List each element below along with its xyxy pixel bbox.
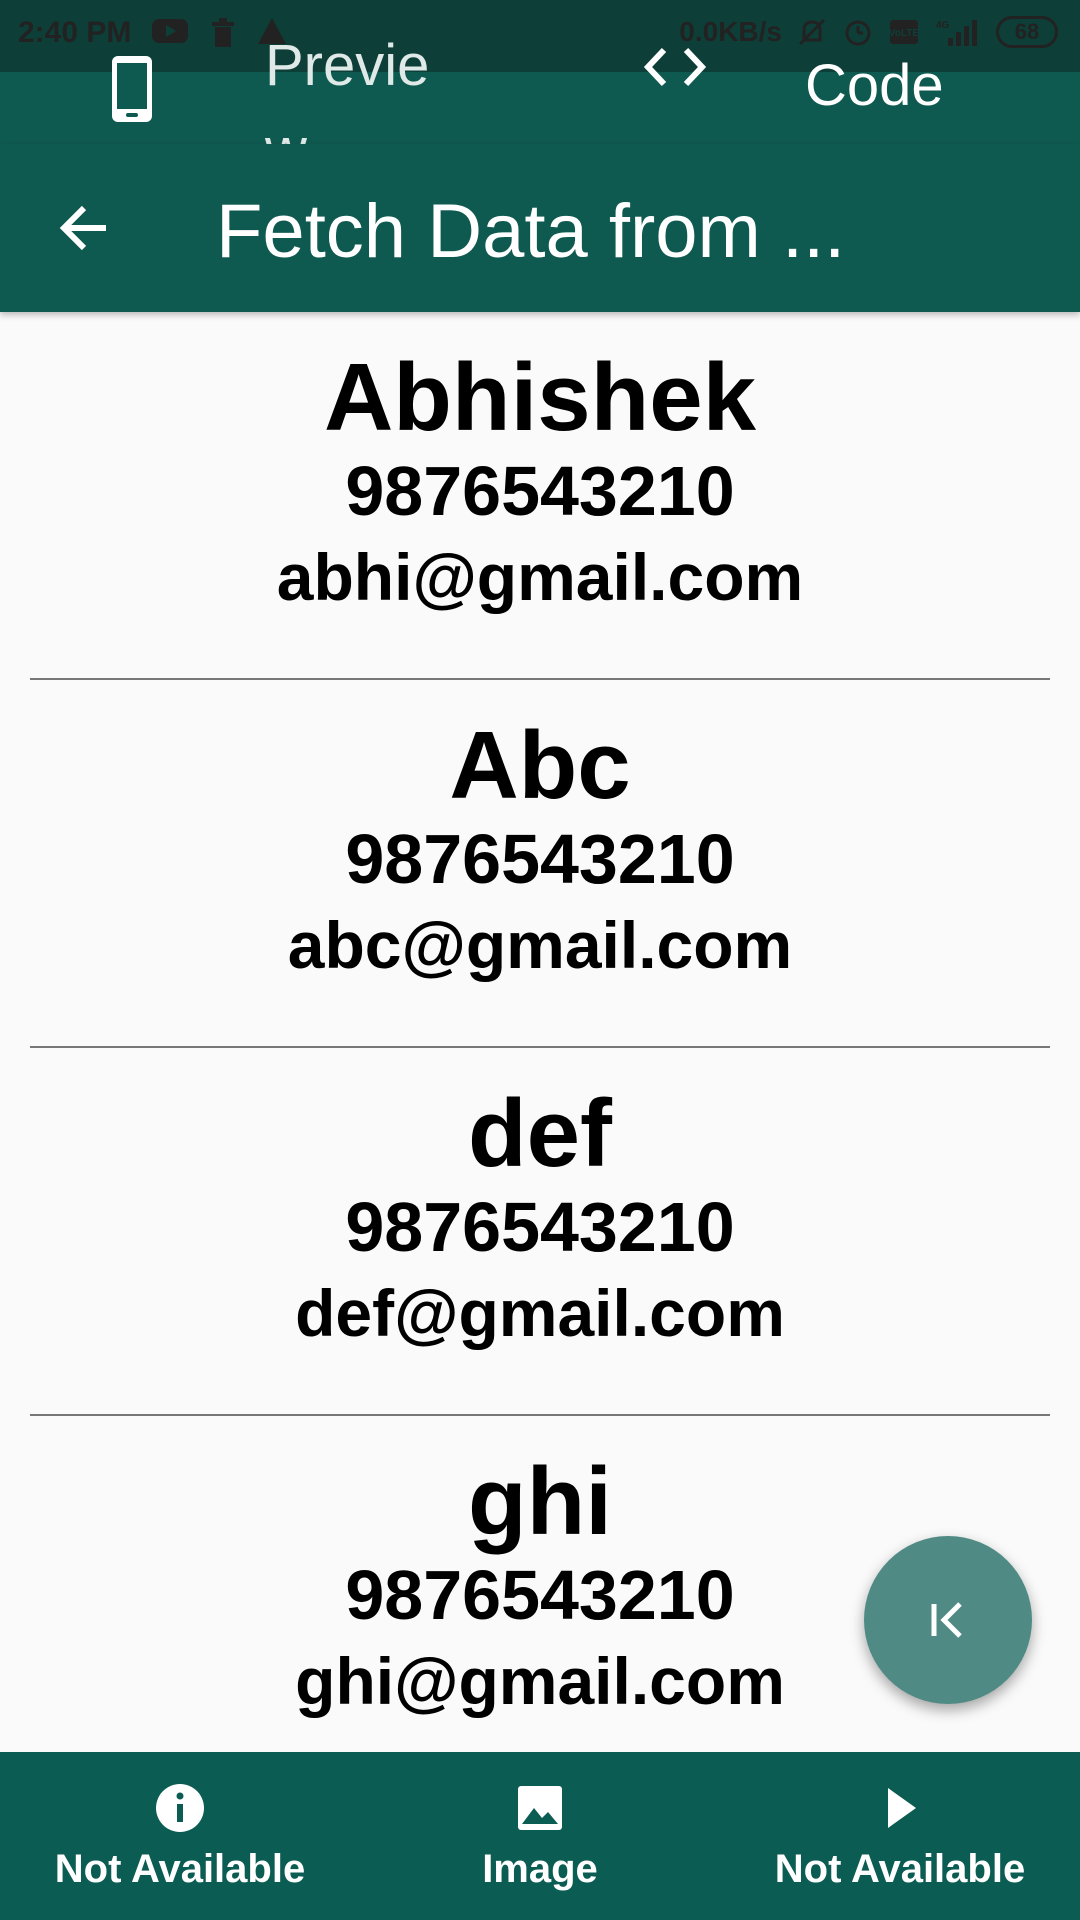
bottom-nav-label: Not Available (54, 1847, 306, 1891)
contact-name: ghi (468, 1448, 612, 1555)
signal-icon: 4G (936, 20, 977, 46)
contact-phone: 9876543210 (345, 1188, 735, 1266)
list-item[interactable]: Abhishek 9876543210 abhi@gmail.com (0, 312, 1080, 680)
app-bar: Fetch Data from ... (0, 144, 1080, 312)
list-item[interactable]: def 9876543210 def@gmail.com (0, 1048, 1080, 1416)
list-item[interactable]: Abc 9876543210 abc@gmail.com (0, 680, 1080, 1048)
preview-code-toolbar: Preview Code (0, 33, 1080, 182)
contact-phone: 9876543210 (345, 820, 735, 898)
bottom-navigation: Not Available Image Not Available (0, 1752, 1080, 1920)
first-page-icon (931, 1602, 962, 1638)
contact-name: Abhishek (323, 344, 757, 451)
back-arrow-icon[interactable] (58, 202, 110, 254)
status-icons-right: 0.0KB/s VoLTE 4G 68 (679, 16, 1058, 48)
mute-icon (798, 18, 826, 46)
svg-text:VoLTE: VoLTE (889, 28, 920, 39)
youtube-icon (152, 19, 188, 43)
contact-phone: 9876543210 (345, 452, 735, 530)
phone-icon[interactable] (108, 54, 156, 124)
battery-indicator: 68 (996, 16, 1058, 48)
contact-name: def (468, 1080, 612, 1187)
code-icon[interactable] (640, 42, 710, 92)
collapse-fab-button[interactable] (864, 1536, 1032, 1704)
bottom-nav-item-info[interactable]: Not Available (10, 1782, 350, 1892)
svg-text:4G: 4G (936, 20, 950, 31)
bottom-nav-label: Not Available (774, 1847, 1026, 1891)
bottom-nav-label: Image (482, 1847, 598, 1891)
alarm-icon (845, 20, 871, 46)
play-icon (888, 1788, 916, 1828)
trash-icon (212, 18, 234, 47)
bottom-nav-item-image[interactable]: Image (370, 1782, 710, 1892)
volte-icon: VoLTE (889, 20, 920, 44)
info-icon (156, 1784, 204, 1832)
contact-email: abhi@gmail.com (276, 540, 804, 614)
image-icon (518, 1786, 562, 1830)
contact-email: def@gmail.com (295, 1276, 785, 1350)
contact-list[interactable]: Abhishek 9876543210 abhi@gmail.com Abc 9… (0, 312, 1080, 1752)
status-time: 2:40 PM (18, 16, 132, 49)
bottom-nav-item-play[interactable]: Not Available (730, 1782, 1070, 1892)
page-title: Fetch Data from ... (216, 189, 846, 274)
tab-code[interactable]: Code (805, 52, 944, 119)
contact-name: Abc (449, 712, 631, 819)
contact-email: abc@gmail.com (287, 908, 793, 982)
